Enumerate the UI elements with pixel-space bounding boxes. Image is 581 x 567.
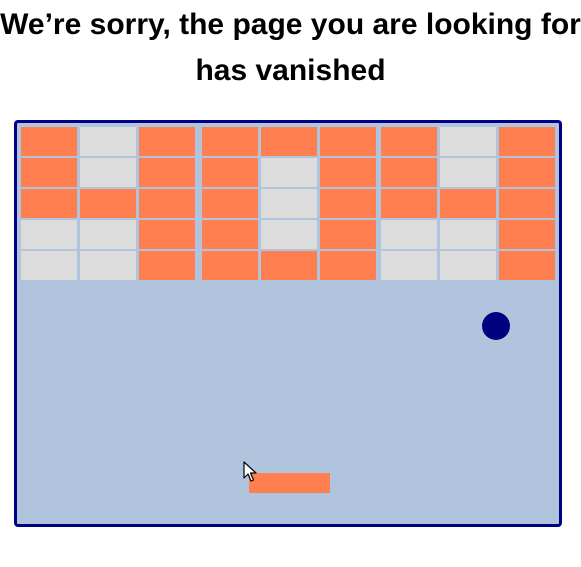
brick (202, 220, 258, 249)
brick (139, 158, 195, 187)
brick (202, 158, 258, 187)
brick (320, 189, 376, 218)
brick (320, 251, 376, 280)
brick (320, 127, 376, 156)
brick-empty (261, 158, 317, 187)
brick-empty (440, 127, 496, 156)
brick (499, 251, 555, 280)
brick (261, 251, 317, 280)
brick (80, 189, 136, 218)
brick (202, 251, 258, 280)
brick (381, 127, 437, 156)
brick (139, 189, 195, 218)
brick (499, 158, 555, 187)
brick-empty (381, 251, 437, 280)
ball-icon (482, 312, 510, 340)
brick-empty (80, 127, 136, 156)
page-title: We’re sorry, the page you are looking fo… (0, 8, 581, 87)
brick (202, 189, 258, 218)
brick (320, 158, 376, 187)
brick (21, 127, 77, 156)
brick (499, 127, 555, 156)
mouse-cursor-icon (243, 461, 257, 482)
paddle[interactable] (249, 473, 330, 493)
brick-empty (21, 251, 77, 280)
brick-empty (440, 220, 496, 249)
brick (202, 127, 258, 156)
brick-empty (80, 251, 136, 280)
brick-empty (261, 189, 317, 218)
brick (320, 220, 376, 249)
brick (499, 189, 555, 218)
brick (381, 189, 437, 218)
brick (139, 127, 195, 156)
brick (139, 220, 195, 249)
brick (261, 127, 317, 156)
brick-empty (261, 220, 317, 249)
brick (139, 251, 195, 280)
brick (21, 158, 77, 187)
brick-empty (21, 220, 77, 249)
brick (440, 189, 496, 218)
brick (499, 220, 555, 249)
brick (381, 158, 437, 187)
brick-empty (381, 220, 437, 249)
brick-empty (440, 251, 496, 280)
game-canvas[interactable] (14, 120, 562, 527)
brick-empty (80, 158, 136, 187)
brick-empty (80, 220, 136, 249)
brick (21, 189, 77, 218)
brick-empty (440, 158, 496, 187)
